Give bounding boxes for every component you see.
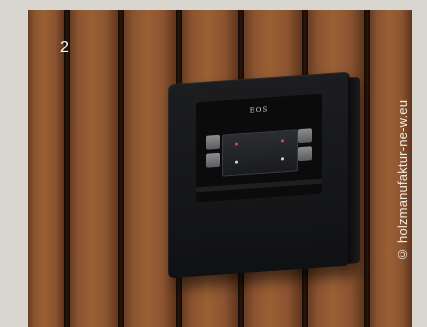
brand-logo: EOS: [249, 105, 269, 115]
left-lower-key[interactable]: [206, 152, 220, 168]
right-lower-key[interactable]: [298, 146, 312, 162]
status-light-icon: [235, 142, 238, 146]
copyright-credit: © holzmanufaktur-ne-w.eu: [395, 100, 410, 263]
wood-slat: [28, 10, 64, 327]
heat-indicator-icon: [281, 139, 284, 143]
controller-side-edge: [348, 76, 360, 264]
photo: EOS: [28, 10, 412, 327]
left-upper-key[interactable]: [206, 134, 220, 150]
right-upper-key[interactable]: [298, 128, 312, 144]
control-panel: EOS: [196, 93, 322, 203]
display-screen: [222, 129, 298, 177]
menu-indicator-icon: [235, 160, 238, 164]
sauna-controller: EOS: [168, 71, 360, 279]
figure-number: 2: [60, 39, 69, 56]
wood-slat: [70, 10, 118, 327]
light-indicator-icon: [281, 157, 284, 161]
bottom-key-strip[interactable]: [196, 178, 322, 193]
